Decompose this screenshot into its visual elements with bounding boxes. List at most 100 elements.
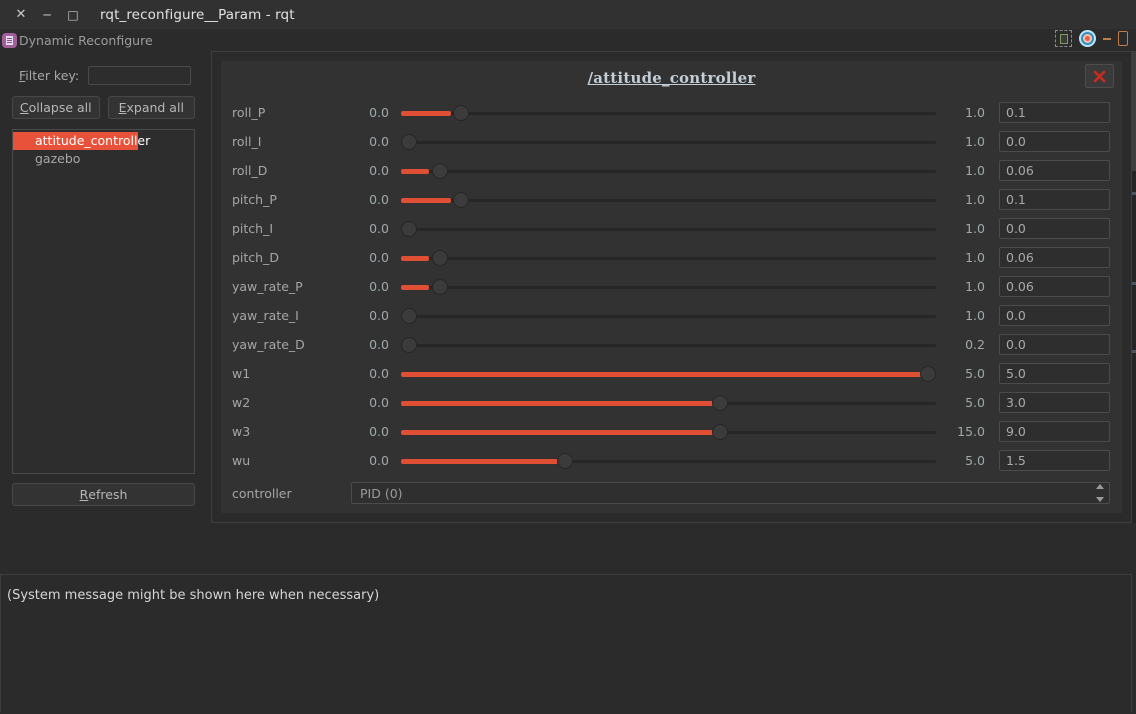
param-value-input[interactable]: 0.0: [999, 305, 1110, 326]
parameter-row: wu0.05.01.5: [221, 446, 1122, 475]
float-icon[interactable]: [1055, 30, 1072, 47]
param-slider-handle[interactable]: [401, 337, 417, 353]
param-min-value: 0.0: [351, 279, 389, 294]
controller-combobox[interactable]: PID (0): [351, 482, 1110, 504]
window-titlebar: ✕ ─ □ rqt_reconfigure__Param - rqt: [0, 0, 1136, 29]
param-slider[interactable]: [401, 336, 936, 354]
param-slider[interactable]: [401, 365, 936, 383]
param-slider-fill: [401, 256, 429, 261]
param-slider[interactable]: [401, 220, 936, 238]
param-slider-track: [401, 257, 936, 260]
expand-all-button[interactable]: Expand all: [108, 96, 196, 119]
param-slider[interactable]: [401, 278, 936, 296]
param-slider-handle[interactable]: [401, 308, 417, 324]
param-slider[interactable]: [401, 162, 936, 180]
param-value-input[interactable]: 3.0: [999, 392, 1110, 413]
vertical-scrollbar-thumb[interactable]: [1132, 51, 1136, 171]
parameter-panel: /attitude_controller roll_P0.01.00.1roll…: [211, 51, 1132, 523]
parameter-row: yaw_rate_P0.01.00.06: [221, 272, 1122, 301]
param-slider[interactable]: [401, 307, 936, 325]
param-slider-track: [401, 344, 936, 347]
sidebar: Filter key: Collapse all Expand all atti…: [0, 51, 207, 523]
param-slider-handle[interactable]: [712, 424, 728, 440]
parameter-panel-inner: /attitude_controller roll_P0.01.00.1roll…: [221, 61, 1122, 513]
param-value-input[interactable]: 0.06: [999, 247, 1110, 268]
param-value-input[interactable]: 0.1: [999, 189, 1110, 210]
param-slider-track: [401, 199, 936, 202]
window-minimize-button[interactable]: ─: [34, 4, 60, 26]
param-slider[interactable]: [401, 423, 936, 441]
param-slider-track: [401, 141, 936, 144]
panel-close-button[interactable]: [1085, 64, 1114, 88]
param-value-input[interactable]: 0.06: [999, 160, 1110, 181]
collapse-all-button[interactable]: Collapse all: [12, 96, 100, 119]
param-name: roll_I: [232, 134, 351, 149]
param-value-input[interactable]: 0.1: [999, 102, 1110, 123]
window-maximize-button[interactable]: □: [60, 4, 86, 26]
controller-combobox-value: PID (0): [360, 486, 403, 501]
param-slider-handle[interactable]: [401, 221, 417, 237]
param-min-value: 0.0: [351, 250, 389, 265]
param-slider[interactable]: [401, 249, 936, 267]
param-max-value: 5.0: [945, 453, 985, 468]
param-slider[interactable]: [401, 191, 936, 209]
param-slider-fill: [401, 401, 718, 406]
param-slider-track: [401, 315, 936, 318]
tree-item-gazebo[interactable]: gazebo: [13, 150, 194, 168]
parameter-row: roll_P0.01.00.1: [221, 98, 1122, 127]
param-value-input[interactable]: 0.0: [999, 131, 1110, 152]
tree-action-buttons: Collapse all Expand all: [0, 85, 207, 119]
param-value-input[interactable]: 0.0: [999, 334, 1110, 355]
param-slider[interactable]: [401, 452, 936, 470]
param-slider[interactable]: [401, 133, 936, 151]
param-slider[interactable]: [401, 394, 936, 412]
param-slider[interactable]: [401, 104, 936, 122]
chevron-updown-icon[interactable]: [1094, 484, 1105, 502]
param-name: w2: [232, 395, 351, 410]
param-slider-handle[interactable]: [712, 395, 728, 411]
param-max-value: 1.0: [945, 163, 985, 178]
close-icon: [1092, 69, 1107, 84]
dock-buttons: [1055, 30, 1128, 47]
node-tree[interactable]: attitude_controller gazebo: [12, 129, 195, 474]
param-slider-fill: [401, 198, 451, 203]
param-slider-fill: [401, 459, 558, 464]
param-value-input[interactable]: 1.5: [999, 450, 1110, 471]
param-slider-handle[interactable]: [453, 192, 469, 208]
vertical-scrollbar[interactable]: [1132, 51, 1136, 523]
param-name: roll_D: [232, 163, 351, 178]
param-min-value: 0.0: [351, 308, 389, 323]
param-slider-handle[interactable]: [432, 279, 448, 295]
param-slider-handle[interactable]: [920, 366, 936, 382]
dock-titlebar: Dynamic Reconfigure: [0, 29, 1136, 51]
param-value-input[interactable]: 0.06: [999, 276, 1110, 297]
param-value-input[interactable]: 0.0: [999, 218, 1110, 239]
tree-item-attitude-controller[interactable]: attitude_controller: [13, 132, 138, 150]
filter-key-input[interactable]: [88, 66, 191, 85]
close-icon[interactable]: [1079, 30, 1096, 47]
restore-icon[interactable]: [1118, 31, 1128, 46]
minimize-icon[interactable]: [1103, 38, 1111, 40]
parameter-row: roll_I0.01.00.0: [221, 127, 1122, 156]
param-name: w3: [232, 424, 351, 439]
param-slider-handle[interactable]: [557, 453, 573, 469]
window-title: rqt_reconfigure__Param - rqt: [100, 7, 295, 23]
param-max-value: 5.0: [945, 366, 985, 381]
refresh-button[interactable]: Refresh: [12, 483, 195, 506]
param-max-value: 1.0: [945, 221, 985, 236]
param-slider-handle[interactable]: [401, 134, 417, 150]
param-value-input[interactable]: 9.0: [999, 421, 1110, 442]
param-slider-handle[interactable]: [453, 105, 469, 121]
window-close-button[interactable]: ✕: [8, 4, 34, 26]
param-max-value: 1.0: [945, 279, 985, 294]
document-icon: [2, 33, 17, 48]
refresh-row: Refresh: [0, 474, 207, 506]
edge-artifact: [1132, 350, 1136, 353]
param-slider-handle[interactable]: [432, 250, 448, 266]
parameter-row: yaw_rate_D0.00.20.0: [221, 330, 1122, 359]
param-slider-track: [401, 112, 936, 115]
parameter-row: w10.05.05.0: [221, 359, 1122, 388]
param-max-value: 5.0: [945, 395, 985, 410]
param-slider-handle[interactable]: [432, 163, 448, 179]
param-value-input[interactable]: 5.0: [999, 363, 1110, 384]
